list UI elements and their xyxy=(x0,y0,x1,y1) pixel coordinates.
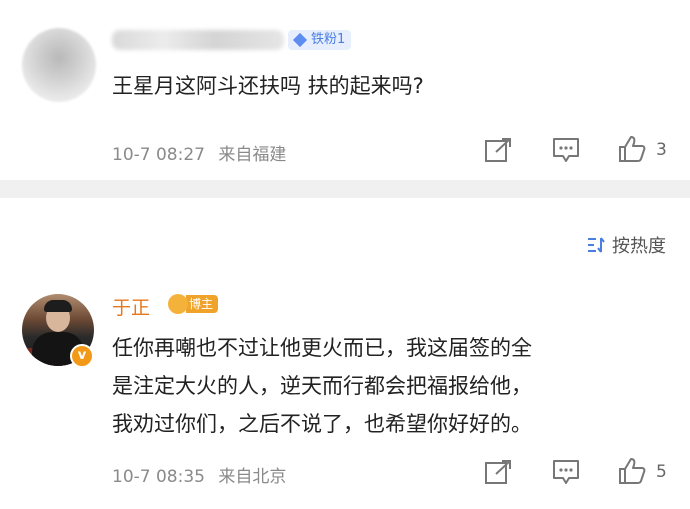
share-icon[interactable] xyxy=(484,136,514,164)
sort-by-hot-button[interactable]: 按热度 xyxy=(586,232,666,258)
comment-time: 10-7 08:27 xyxy=(112,145,205,165)
comment-meta: 10-7 08:35 来自北京 xyxy=(112,462,286,487)
username[interactable]: 于正 xyxy=(112,293,150,320)
diamond-icon xyxy=(292,32,308,48)
sort-label: 按热度 xyxy=(612,236,666,257)
username-redacted xyxy=(112,30,284,50)
comment-location: 来自福建 xyxy=(218,145,287,165)
like-count: 5 xyxy=(656,462,667,482)
sort-icon xyxy=(588,237,605,253)
crown-icon xyxy=(168,294,188,314)
comment-time: 10-7 08:35 xyxy=(112,467,205,487)
avatar[interactable] xyxy=(22,28,96,102)
comment-text-line-2: 是注定大火的人，逆天而行都会把福报给他， xyxy=(112,374,532,398)
comment-meta: 10-7 08:27 来自福建 xyxy=(112,140,286,165)
comment-text-line-1: 任你再嘲也不过让他更火而已，我这届签的全 xyxy=(112,336,532,360)
like-count: 3 xyxy=(656,140,667,160)
comment-icon[interactable] xyxy=(551,458,581,486)
fan-badge-label: 铁粉1 xyxy=(311,32,346,47)
share-icon[interactable] xyxy=(484,458,514,486)
blogger-badge: 博主 xyxy=(168,293,219,315)
thumbs-up-icon[interactable] xyxy=(617,456,647,486)
blogger-badge-label: 博主 xyxy=(186,295,219,313)
comment-location: 来自北京 xyxy=(218,467,287,487)
comment-text: 王星月这阿斗还扶吗 扶的起来吗? xyxy=(112,74,424,98)
comment-text-line-3: 我劝过你们，之后不说了，也希望你好好的。 xyxy=(112,412,532,436)
thumbs-up-icon[interactable] xyxy=(617,134,647,164)
comment-icon[interactable] xyxy=(551,136,581,164)
fan-badge: 铁粉1 xyxy=(288,30,352,50)
section-divider xyxy=(0,180,690,198)
verified-badge: v xyxy=(70,344,94,368)
